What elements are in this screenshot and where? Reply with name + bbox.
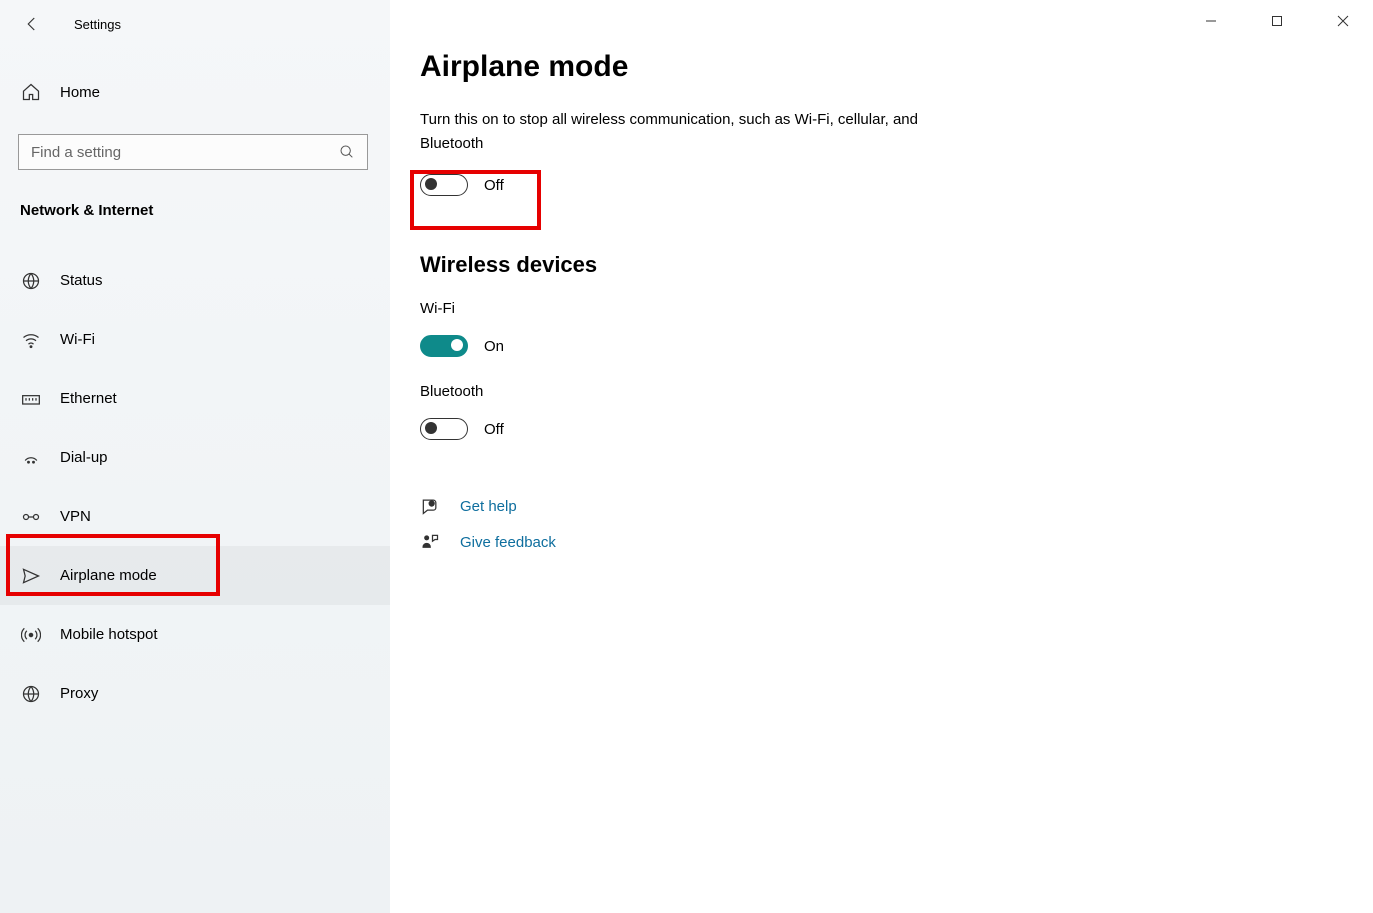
search-box[interactable] <box>18 134 368 170</box>
close-button[interactable] <box>1321 6 1365 36</box>
get-help-text: Get help <box>460 498 517 515</box>
airplane-icon <box>20 566 42 586</box>
wifi-toggle-state: On <box>484 338 504 355</box>
minimize-button[interactable] <box>1189 6 1233 36</box>
give-feedback-link[interactable]: Give feedback <box>420 532 1373 552</box>
help-icon: ? <box>420 496 442 516</box>
back-button[interactable] <box>18 10 46 38</box>
page-title: Airplane mode <box>420 50 1373 84</box>
sidebar-item-label: Mobile hotspot <box>60 626 158 643</box>
proxy-icon <box>20 684 42 704</box>
get-help-link[interactable]: ? Get help <box>420 496 1373 516</box>
search-icon <box>339 144 355 160</box>
sidebar-item-label: Status <box>60 272 103 289</box>
dialup-icon <box>20 448 42 468</box>
airplane-toggle-state: Off <box>484 177 504 194</box>
back-arrow-icon <box>23 15 41 33</box>
give-feedback-text: Give feedback <box>460 534 556 551</box>
sidebar-item-airplane-mode[interactable]: Airplane mode <box>0 546 390 605</box>
nav-list: Status Wi-Fi Ethernet Dial-up VPN Airpla… <box>0 251 390 723</box>
airplane-mode-toggle[interactable] <box>420 174 468 196</box>
titlebar: Settings <box>0 0 390 48</box>
sidebar-item-label: Wi-Fi <box>60 331 95 348</box>
vpn-icon <box>20 507 42 527</box>
sidebar-item-mobile-hotspot[interactable]: Mobile hotspot <box>0 605 390 664</box>
sidebar-item-label: VPN <box>60 508 91 525</box>
wireless-devices-heading: Wireless devices <box>420 252 1373 278</box>
maximize-button[interactable] <box>1255 6 1299 36</box>
sidebar-item-label: Proxy <box>60 685 98 702</box>
bluetooth-toggle[interactable] <box>420 418 468 440</box>
feedback-icon <box>420 532 442 552</box>
close-icon <box>1337 15 1349 27</box>
sidebar-item-ethernet[interactable]: Ethernet <box>0 369 390 428</box>
search-container <box>0 134 390 170</box>
sidebar-item-status[interactable]: Status <box>0 251 390 310</box>
airplane-toggle-row: Off <box>420 168 1373 202</box>
window-title: Settings <box>74 17 121 32</box>
status-icon <box>20 271 42 291</box>
sidebar: Settings Home Network & Internet Status … <box>0 0 390 913</box>
wifi-icon <box>20 330 42 350</box>
bluetooth-block: Bluetooth Off <box>420 383 1373 446</box>
search-input[interactable] <box>31 144 339 161</box>
maximize-icon <box>1271 15 1283 27</box>
sidebar-item-dialup[interactable]: Dial-up <box>0 428 390 487</box>
wifi-toggle[interactable] <box>420 335 468 357</box>
sidebar-item-vpn[interactable]: VPN <box>0 487 390 546</box>
bluetooth-label: Bluetooth <box>420 383 1373 400</box>
wifi-block: Wi-Fi On <box>420 300 1373 363</box>
sidebar-item-wifi[interactable]: Wi-Fi <box>0 310 390 369</box>
section-title: Network & Internet <box>0 202 390 219</box>
home-label: Home <box>60 84 100 101</box>
sidebar-item-proxy[interactable]: Proxy <box>0 664 390 723</box>
window-controls <box>1189 6 1365 36</box>
sidebar-item-label: Dial-up <box>60 449 108 466</box>
hotspot-icon <box>20 625 42 645</box>
home-nav[interactable]: Home <box>0 70 390 114</box>
content: Airplane mode Turn this on to stop all w… <box>390 0 1373 913</box>
sidebar-item-label: Ethernet <box>60 390 117 407</box>
home-icon <box>20 82 42 102</box>
help-links: ? Get help Give feedback <box>420 496 1373 552</box>
wifi-label: Wi-Fi <box>420 300 1373 317</box>
sidebar-item-label: Airplane mode <box>60 567 157 584</box>
bluetooth-toggle-state: Off <box>484 421 504 438</box>
ethernet-icon <box>20 389 42 409</box>
page-description: Turn this on to stop all wireless commun… <box>420 108 960 156</box>
minimize-icon <box>1205 15 1217 27</box>
